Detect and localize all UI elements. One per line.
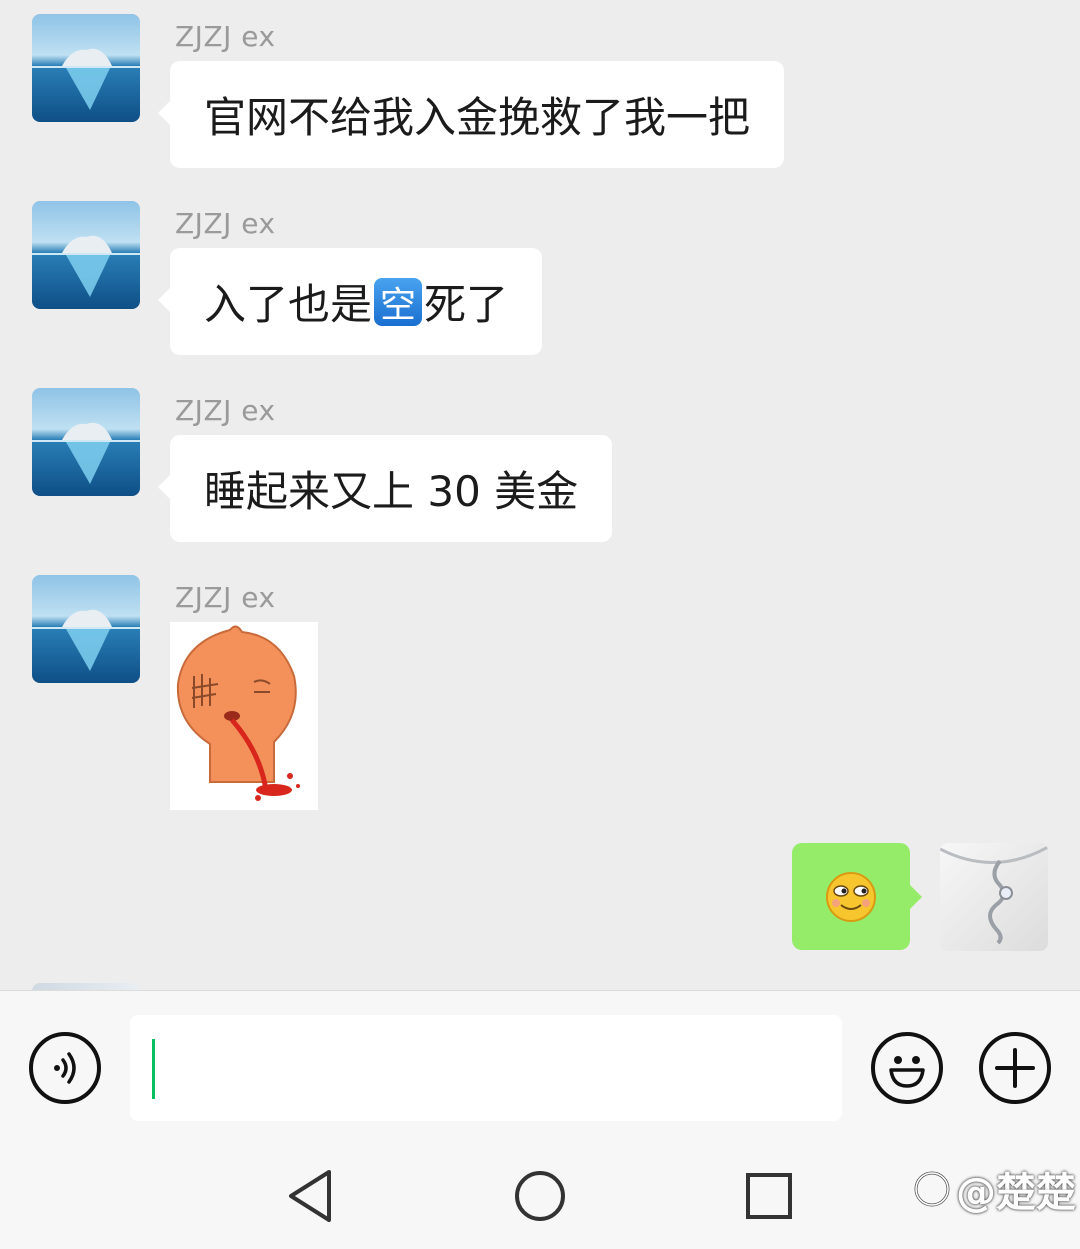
necklace-pendant-icon	[940, 845, 1048, 945]
plus-icon	[995, 1048, 1035, 1088]
back-button[interactable]	[282, 1168, 338, 1224]
message-bubble[interactable]: 入了也是 空 死了	[157, 248, 543, 355]
iceberg-icon	[32, 422, 140, 484]
recent-apps-button[interactable]	[741, 1168, 797, 1224]
home-circle-icon	[515, 1171, 565, 1221]
voice-button[interactable]	[29, 1032, 101, 1104]
contact-avatar[interactable]	[32, 201, 140, 309]
sender-name: ZJZJ ex	[175, 394, 276, 427]
sent-message-bubble[interactable]	[792, 843, 922, 950]
emoji-button[interactable]	[871, 1032, 943, 1104]
message-bubble[interactable]: 睡起来又上 30 美金	[157, 435, 613, 542]
chat-area[interactable]: ZJZJ ex 官网不给我入金挽救了我一把 ZJZJ ex 入了也是 空 死了	[0, 0, 1080, 990]
message-input[interactable]	[130, 1015, 842, 1121]
watermark: @楚楚	[912, 1160, 1076, 1218]
back-triangle-icon	[289, 1170, 331, 1222]
message-text: 入了也是	[204, 280, 373, 329]
contact-avatar	[32, 983, 140, 990]
recent-square-icon	[746, 1173, 792, 1219]
zhihu-logo-icon	[914, 1171, 950, 1207]
watermark-text: @楚楚	[956, 1170, 1076, 1216]
my-avatar[interactable]	[940, 843, 1048, 951]
message-text: 死了	[424, 280, 509, 329]
message-bubble[interactable]: 官网不给我入金挽救了我一把	[157, 61, 785, 168]
spitting-blood-peach-sticker[interactable]	[170, 622, 318, 810]
sender-name: ZJZJ ex	[175, 581, 276, 614]
iceberg-icon	[32, 235, 140, 297]
more-button[interactable]	[979, 1032, 1051, 1104]
sender-name: ZJZJ ex	[175, 207, 276, 240]
contact-avatar[interactable]	[32, 388, 140, 496]
sender-name: ZJZJ ex	[175, 20, 276, 53]
contact-avatar[interactable]	[32, 575, 140, 683]
kong-emoji-icon: 空	[374, 277, 423, 326]
contact-avatar[interactable]	[32, 14, 140, 122]
smirk-emoji-icon	[826, 871, 876, 922]
iceberg-icon	[32, 609, 140, 671]
iceberg-icon	[32, 48, 140, 110]
voice-icon	[54, 1052, 76, 1084]
home-button[interactable]	[512, 1168, 568, 1224]
input-bar	[0, 990, 1080, 1140]
smile-icon	[889, 1056, 925, 1088]
text-cursor	[152, 1039, 155, 1099]
